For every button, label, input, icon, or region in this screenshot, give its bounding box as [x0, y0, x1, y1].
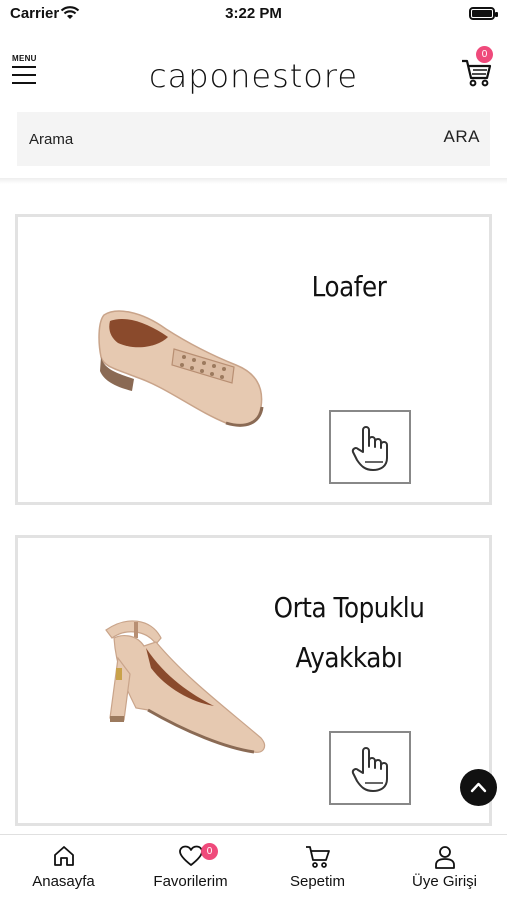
- chevron-up-icon: [470, 782, 487, 793]
- pointing-hand-icon: [351, 747, 388, 792]
- logo-bold-text: capone: [149, 57, 273, 95]
- header-divider: [0, 178, 507, 184]
- header-cart-button[interactable]: 0: [457, 46, 497, 90]
- category-open-button-mid-heel[interactable]: [329, 731, 411, 805]
- category-title-mid-heel: Orta Topuklu Ayakkabı: [273, 591, 425, 674]
- bottom-nav: Anasayfa 0 Favorilerim Sepetim Üye Giriş…: [0, 834, 507, 900]
- nav-cart[interactable]: Sepetim: [254, 835, 381, 900]
- scroll-to-top-button[interactable]: [460, 769, 497, 806]
- heart-icon: [178, 845, 203, 866]
- category-open-button-loafer[interactable]: [329, 410, 411, 484]
- cart-icon: [462, 59, 492, 87]
- status-bar: Carrier 3:22 PM: [0, 0, 507, 30]
- nav-home-label: Anasayfa: [32, 873, 95, 890]
- category-title-loafer: Loafer: [311, 270, 387, 303]
- status-time: 3:22 PM: [225, 5, 282, 22]
- battery-icon: [469, 7, 498, 20]
- search-bar: ARA: [17, 112, 490, 166]
- favorites-count-badge: 0: [201, 843, 218, 860]
- user-icon: [434, 846, 455, 869]
- cart-count-badge: 0: [476, 46, 493, 63]
- logo-light-text: store: [272, 57, 358, 95]
- store-logo[interactable]: caponestore: [0, 57, 507, 95]
- mid-heel-shoe-image: [105, 620, 266, 754]
- category-card-loafer[interactable]: Loafer: [15, 214, 492, 505]
- category-card-mid-heel[interactable]: Orta Topuklu Ayakkabı: [15, 535, 492, 826]
- nav-home[interactable]: Anasayfa: [0, 835, 127, 900]
- cart-icon: [305, 846, 330, 868]
- nav-login-label: Üye Girişi: [411, 873, 477, 890]
- search-button[interactable]: ARA: [444, 127, 480, 147]
- loafer-shoe-image: [98, 310, 264, 427]
- nav-favorites-label: Favorilerim: [153, 873, 228, 890]
- pointing-hand-icon: [351, 426, 388, 471]
- nav-cart-label: Sepetim: [289, 873, 346, 890]
- home-icon: [53, 846, 74, 866]
- search-input[interactable]: [29, 128, 389, 150]
- nav-favorites[interactable]: 0 Favorilerim: [127, 835, 254, 900]
- nav-login[interactable]: Üye Girişi: [381, 835, 507, 900]
